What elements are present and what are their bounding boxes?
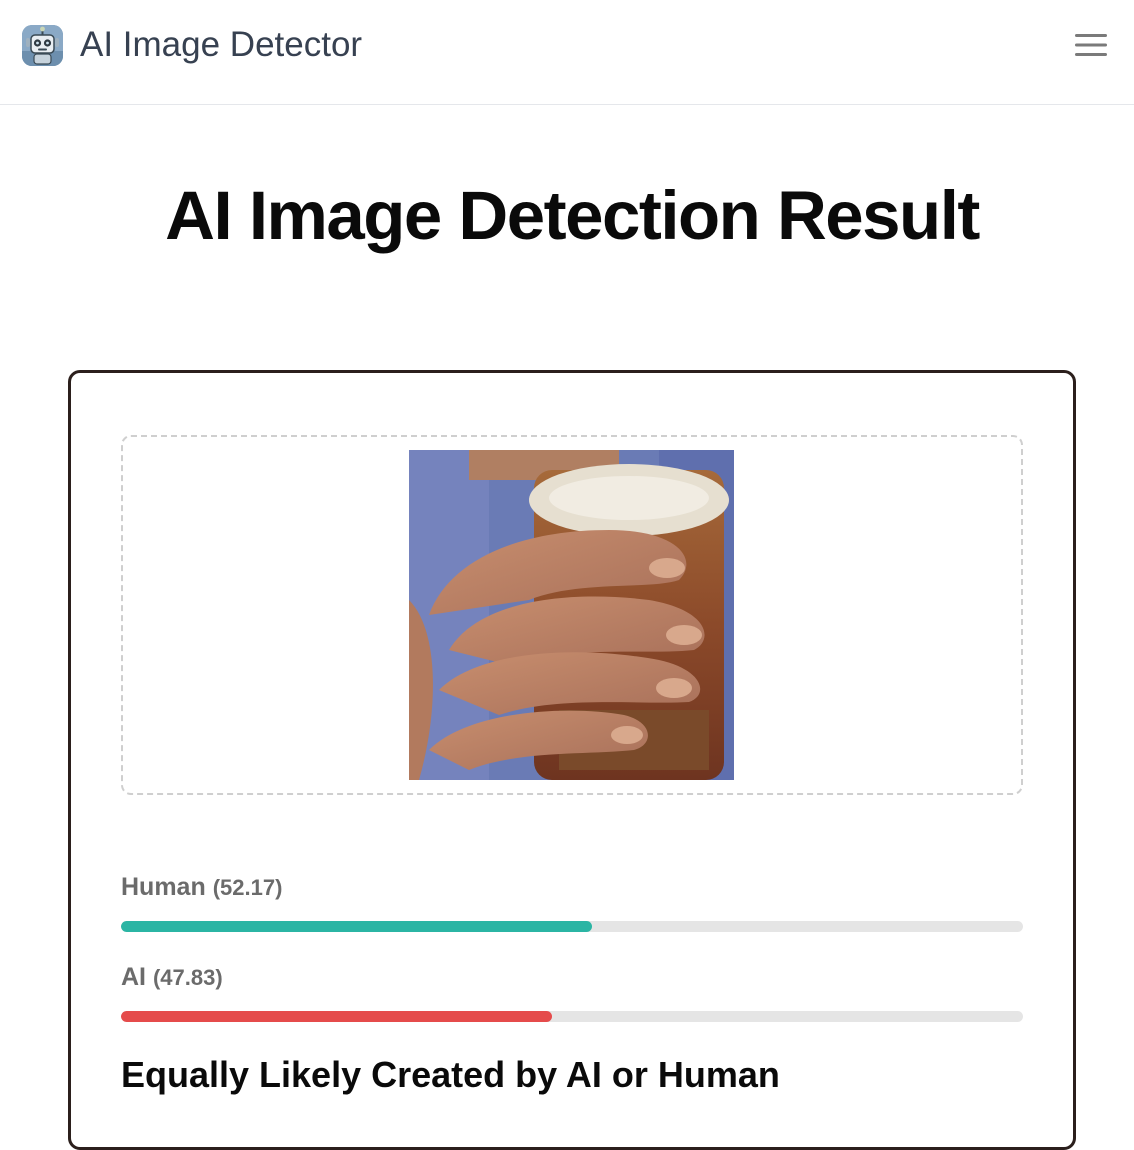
hand-holding-beer-image xyxy=(409,450,734,780)
brand-name[interactable]: AI Image Detector xyxy=(80,24,362,66)
ai-score-bar xyxy=(121,1011,1023,1022)
uploaded-image xyxy=(409,450,734,780)
ai-value: (47.83) xyxy=(152,965,223,990)
human-score-label: Human (52.17) xyxy=(121,872,282,903)
human-score-fill xyxy=(121,921,592,932)
ai-score-fill xyxy=(121,1011,553,1022)
top-navbar: AI Image Detector xyxy=(0,0,1134,105)
ai-score-label: AI (47.83) xyxy=(121,962,223,993)
human-score-bar xyxy=(121,921,1023,932)
human-value: (52.17) xyxy=(212,875,283,900)
robot-icon[interactable] xyxy=(22,25,63,66)
hamburger-menu-icon[interactable] xyxy=(1068,28,1114,62)
page-title: AI Image Detection Result xyxy=(165,177,980,254)
ai-label: AI xyxy=(121,963,146,991)
verdict-text: Equally Likely Created by AI or Human xyxy=(121,1054,780,1095)
human-label: Human xyxy=(121,873,206,901)
